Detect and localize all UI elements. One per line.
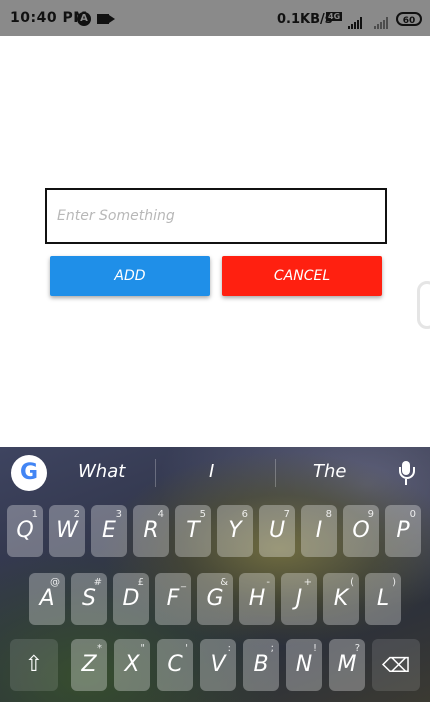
key-hint: ( <box>350 577 354 588</box>
key-d[interactable]: £ D <box>113 573 149 625</box>
key-hint: ) <box>392 577 396 588</box>
key-hint: 1 <box>31 509 38 520</box>
key-hint: 9 <box>367 509 374 520</box>
status-time: 10:40 PM <box>10 10 88 26</box>
cancel-button[interactable]: CANCEL <box>222 256 382 296</box>
key-hint: & <box>220 577 228 588</box>
key-label: Z <box>81 652 97 677</box>
main-content: ADD CANCEL <box>0 36 430 446</box>
key-h[interactable]: -H <box>239 573 275 625</box>
key-label: M <box>337 652 357 677</box>
key-hint: " <box>140 643 145 654</box>
key-o[interactable]: 9O <box>343 505 379 557</box>
key-c[interactable]: ' C <box>157 639 193 691</box>
key-a[interactable]: @ A <box>29 573 65 625</box>
network-speed: 0.1KB/s <box>277 12 333 27</box>
text-input-field[interactable] <box>45 188 387 244</box>
key-l[interactable]: ) L <box>365 573 401 625</box>
key-u[interactable]: 7U <box>259 505 295 557</box>
key-x[interactable]: " X <box>114 639 150 691</box>
key-label: J <box>295 586 303 611</box>
key-label: K <box>333 586 349 611</box>
battery-icon: 60 <box>396 12 422 26</box>
suggestion-i[interactable]: I <box>209 461 214 482</box>
suggestion-divider <box>275 459 276 487</box>
key-label: T <box>186 518 200 543</box>
signal-strength-icon <box>348 13 363 29</box>
key-r[interactable]: 4R <box>133 505 169 557</box>
key-label: X <box>124 652 140 677</box>
key-hint: 6 <box>241 509 248 520</box>
key-hint: ! <box>312 643 317 654</box>
edge-panel-handle[interactable] <box>417 281 430 329</box>
google-icon[interactable]: G <box>11 455 47 491</box>
key-m[interactable]: ? M <box>329 639 365 691</box>
key-label: P <box>396 518 410 543</box>
key-z[interactable]: * Z <box>71 639 107 691</box>
key-label: N <box>295 652 313 677</box>
key-hint: 0 <box>409 509 416 520</box>
key-y[interactable]: 6Y <box>217 505 253 557</box>
key-label: C <box>167 652 183 677</box>
key-hint: 8 <box>325 509 332 520</box>
microphone-icon[interactable] <box>398 461 415 487</box>
key-f[interactable]: _ F <box>155 573 191 625</box>
key-i[interactable]: 8I <box>301 505 337 557</box>
shift-icon[interactable]: ⇧ <box>10 639 58 691</box>
key-label: H <box>248 586 266 611</box>
key-hint: @ <box>50 577 60 588</box>
key-label: E <box>102 518 116 543</box>
key-hint: £ <box>137 577 144 588</box>
key-hint: 7 <box>283 509 290 520</box>
key-n[interactable]: ! N <box>286 639 322 691</box>
key-hint: ? <box>354 643 360 654</box>
key-hint: : <box>227 643 231 654</box>
video-camera-icon <box>97 14 115 24</box>
key-hint: # <box>93 577 102 588</box>
suggestion-divider <box>155 459 156 487</box>
key-t[interactable]: 5T <box>175 505 211 557</box>
notification-a-icon: A <box>77 12 91 26</box>
key-hint: 4 <box>157 509 164 520</box>
key-hint: ' <box>185 643 188 654</box>
key-hint: _ <box>181 577 186 588</box>
key-hint: 2 <box>73 509 80 520</box>
key-k[interactable]: (K <box>323 573 359 625</box>
key-label: I <box>315 518 323 543</box>
key-label: L <box>376 586 390 611</box>
key-label: U <box>268 518 286 543</box>
key-hint: 5 <box>199 509 206 520</box>
key-hint: ; <box>270 643 274 654</box>
key-label: Y <box>228 518 242 543</box>
key-s[interactable]: # S <box>71 573 107 625</box>
key-q[interactable]: 1Q <box>7 505 43 557</box>
key-label: B <box>253 652 269 677</box>
key-label: R <box>143 518 159 543</box>
key-b[interactable]: ; B <box>243 639 279 691</box>
volte-badge: 4G <box>326 12 343 21</box>
key-hint: * <box>97 643 102 654</box>
key-w[interactable]: 2W <box>49 505 85 557</box>
status-bar: 10:40 PM A 0.1KB/s 4G 60 <box>0 0 430 36</box>
key-label: F <box>166 586 180 611</box>
key-label: V <box>210 652 226 677</box>
key-hint: 3 <box>115 509 122 520</box>
suggestion-bar: G What I The <box>0 447 430 499</box>
key-e[interactable]: 3E <box>91 505 127 557</box>
backspace-icon[interactable]: ⌫ <box>372 639 420 691</box>
signal-strength-sim2-icon <box>374 13 389 29</box>
suggestion-the[interactable]: The <box>313 461 346 482</box>
key-v[interactable]: :V <box>200 639 236 691</box>
key-g[interactable]: & G <box>197 573 233 625</box>
key-hint: - <box>266 577 270 588</box>
key-hint: + <box>303 577 312 588</box>
key-p[interactable]: 0P <box>385 505 421 557</box>
suggestion-what[interactable]: What <box>78 461 125 482</box>
soft-keyboard: G What I The 1 Q 2 W 3 E 4 R 5 T 6 Y 7 U 8 I 9 O 0 P @ A # S £ D _… <box>0 447 430 702</box>
add-button[interactable]: ADD <box>50 256 210 296</box>
key-j[interactable]: + J <box>281 573 317 625</box>
